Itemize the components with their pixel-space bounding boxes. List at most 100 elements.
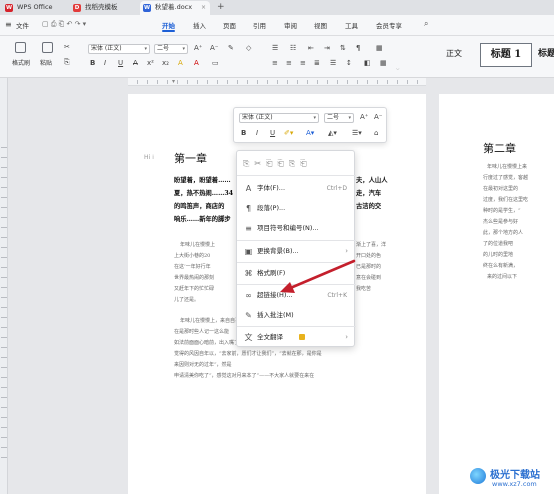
mini-font-name-select[interactable]: 宋体 (正文) ▾	[239, 113, 319, 123]
italic-icon[interactable]: I	[104, 59, 106, 68]
mini-align-icon[interactable]: ☰▾	[352, 129, 362, 138]
chevron-right-icon: ›	[345, 333, 348, 341]
quick-access-icons[interactable]: ▢ ⎙ ⎗ ↶ ↷ ▾	[42, 20, 86, 29]
mini-underline-icon[interactable]: U	[270, 129, 275, 138]
menu-reference[interactable]: 引用	[253, 20, 266, 30]
ribbon-scroll-icon[interactable]: ⌵	[396, 66, 399, 72]
horizontal-ruler[interactable]: ▾	[128, 78, 426, 86]
menu-bar: ≡ 文件 ▢ ⎙ ⎗ ↶ ↷ ▾ 开始 插入 页面 引用 审阅 视图 工具 会员…	[0, 15, 554, 36]
background-icon: ▣	[244, 247, 253, 256]
chapter-heading[interactable]: 第一章	[174, 150, 207, 166]
superscript-icon[interactable]: x²	[147, 59, 154, 68]
paste-label[interactable]: 粘贴	[40, 58, 52, 67]
subscript-icon[interactable]: x₂	[162, 59, 169, 68]
separator	[237, 326, 356, 327]
menu-page[interactable]: 页面	[223, 20, 236, 30]
ctx-paragraph[interactable]: ¶ 段落(P)...	[237, 199, 356, 218]
search-icon[interactable]: ⌕	[424, 19, 428, 29]
borders-icon[interactable]: ▦	[376, 44, 383, 53]
shading-icon[interactable]: ◧	[364, 59, 371, 68]
title-bar: W WPS Office D 找稻壳模板 W 秋望着.docx × +	[0, 0, 554, 15]
mini-font-color-icon[interactable]: A▾	[306, 129, 314, 138]
menu-file[interactable]: 文件	[16, 20, 29, 30]
template-icon: D	[73, 4, 81, 12]
mini-font-size-select[interactable]: 二号 ▾	[324, 113, 354, 123]
align-right-icon[interactable]: ≡	[300, 59, 306, 68]
link-icon: ∞	[245, 291, 252, 300]
numbered-list-icon[interactable]: ☷	[290, 44, 296, 53]
menu-insert[interactable]: 插入	[193, 20, 206, 30]
mini-highlight-icon[interactable]: ✐▾	[284, 129, 293, 138]
sort-icon[interactable]: ⇅	[340, 44, 346, 53]
grow-font-icon[interactable]: A⁺	[194, 44, 202, 53]
new-tab-icon[interactable]: +	[217, 2, 225, 12]
char-shading-icon[interactable]: ▭	[212, 59, 219, 68]
ruler-ticks	[1, 138, 7, 458]
cut-icon[interactable]: ✂	[64, 43, 70, 52]
clipboard-icon-row[interactable]: ⎘✂⎗⎗⎘⎗	[243, 159, 351, 171]
change-case-icon[interactable]: ✎	[228, 44, 234, 53]
mini-bold-icon[interactable]: B	[241, 129, 246, 138]
mini-shrink-font-icon[interactable]: A⁻	[374, 113, 382, 122]
menu-member[interactable]: 会员专享	[376, 20, 402, 30]
ctx-font[interactable]: A 字体(F)... Ctrl+D	[237, 179, 356, 198]
arrow-shaft	[286, 259, 356, 291]
clear-format-icon[interactable]: ◇	[246, 44, 251, 53]
body-paragraph-1[interactable]: 年味儿在慢慢上 上大街小巷的20 在这‘一年好行年 世界最热闹的那刻 又赶年下的…	[174, 240, 236, 310]
underline-icon[interactable]: U	[118, 59, 123, 68]
menu-view[interactable]: 视图	[314, 20, 327, 30]
tab-document[interactable]: W 秋望着.docx ×	[140, 1, 210, 15]
show-marks-icon[interactable]: ¶	[356, 44, 360, 53]
copy-icon[interactable]: ⎘	[64, 58, 70, 67]
heading-marker-icon: Hi ⁞	[144, 154, 154, 161]
paragraph-icon: ¶	[245, 204, 252, 213]
table-borders-icon[interactable]: ▦	[380, 59, 387, 68]
ctx-bullets-numbering[interactable]: ≡ 项目符号和编号(N)...	[237, 219, 356, 238]
line-spacing-icon[interactable]: ↕	[346, 59, 352, 68]
decrease-indent-icon[interactable]: ⇤	[308, 44, 314, 53]
ctx-insert-comment[interactable]: ✎ 插入批注(M)	[237, 306, 356, 325]
align-center-icon[interactable]: ≡	[286, 59, 292, 68]
font-color-icon[interactable]: A	[194, 59, 199, 68]
chapter-heading-2[interactable]: 第二章	[483, 140, 516, 156]
comment-icon: ✎	[245, 311, 252, 320]
mini-eraser-icon[interactable]: ⌂	[374, 129, 378, 138]
highlight-icon[interactable]: A	[178, 59, 183, 68]
shrink-font-icon[interactable]: A⁻	[210, 44, 218, 53]
ctx-translate[interactable]: 文 全文翻译 ›	[237, 328, 356, 347]
justify-icon[interactable]: ≣	[314, 59, 320, 68]
style-heading1[interactable]: 标题 1	[480, 43, 532, 67]
mini-char-shading-icon[interactable]: ◭▾	[328, 129, 337, 138]
distributed-icon[interactable]: ☰	[330, 59, 336, 68]
strikethrough-icon[interactable]: A	[133, 59, 138, 68]
style-heading2[interactable]: 标题 2	[534, 43, 554, 67]
font-size-select[interactable]: 二号 ▾	[154, 44, 188, 54]
increase-indent-icon[interactable]: ⇥	[324, 44, 330, 53]
separator	[237, 240, 356, 241]
menu-tools[interactable]: 工具	[345, 20, 358, 30]
align-left-icon[interactable]: ≡	[272, 59, 278, 68]
separator	[237, 175, 356, 176]
menu-review[interactable]: 审阅	[284, 20, 297, 30]
mini-italic-icon[interactable]: I	[256, 129, 258, 138]
hamburger-icon[interactable]: ≡	[5, 20, 12, 29]
menu-home[interactable]: 开始	[162, 20, 175, 32]
style-normal[interactable]: 正文	[430, 43, 478, 67]
doc-icon: W	[143, 4, 151, 12]
bullet-list-icon[interactable]: ☰	[272, 44, 278, 53]
list-icon: ≡	[245, 224, 252, 233]
format-painter-icon[interactable]	[15, 42, 26, 53]
body-paragraph-right[interactable]: 渐上了喜，洋 开口处的色 已是那时的 意在会碰到 我吃苦	[356, 240, 422, 300]
floating-format-toolbar: 宋体 (正文) ▾ 二号 ▾ A⁺ A⁻ B I U ✐▾ A▾ ◭▾ ☰▾ ⌂	[233, 107, 387, 143]
bold-icon[interactable]: B	[90, 59, 95, 68]
mini-grow-font-icon[interactable]: A⁺	[360, 113, 368, 122]
document-page-2[interactable]: 第二章 年味儿在慢慢上来 行度过了感觉，客越 在最初对这里的 过度，我们在这里吃…	[439, 94, 554, 494]
format-painter-label[interactable]: 格式刷	[12, 58, 30, 67]
page2-body[interactable]: 年味儿在慢慢上来 行度过了感觉，客越 在最初对这里的 过度，我们在这里吃 种时的…	[483, 162, 553, 292]
tab-template[interactable]: D 找稻壳模板	[70, 1, 140, 15]
font-name-select[interactable]: 宋体 (正文) ▾	[88, 44, 150, 54]
indent-marker-icon[interactable]: ▾	[172, 78, 175, 85]
close-tab-icon[interactable]: ×	[201, 1, 206, 14]
tab-wps-office[interactable]: W WPS Office	[2, 1, 62, 15]
paste-icon[interactable]	[42, 42, 53, 53]
